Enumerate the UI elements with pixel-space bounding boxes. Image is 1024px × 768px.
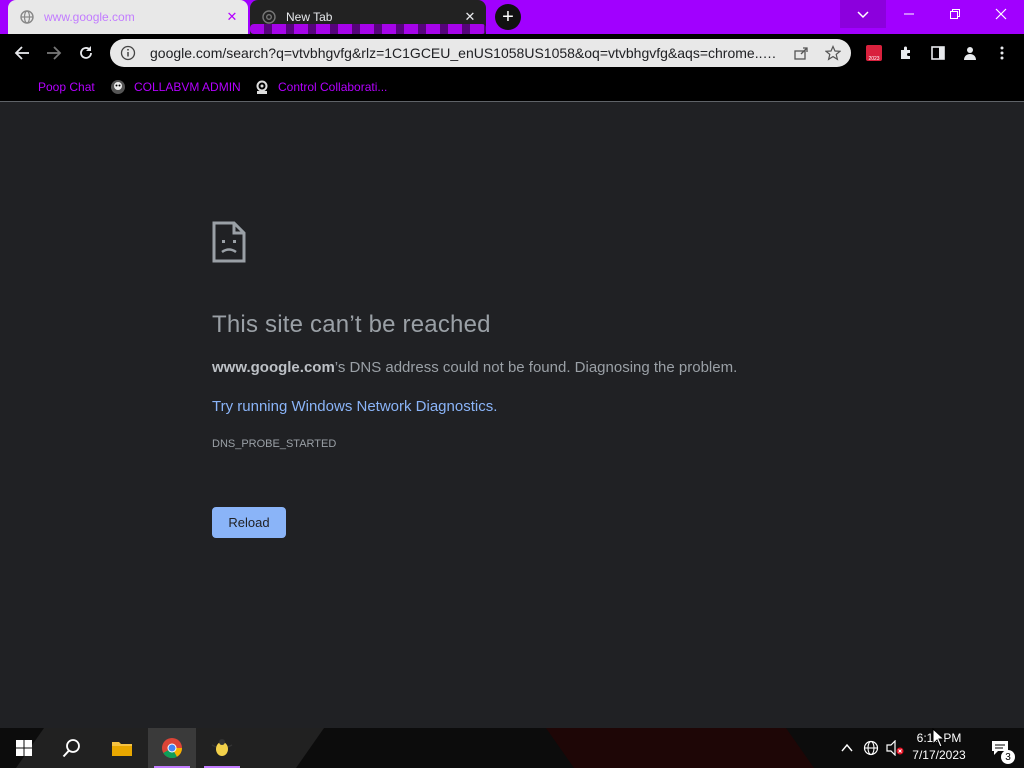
- svg-text:2023: 2023: [868, 56, 879, 62]
- refresh-icon: [80, 46, 92, 59]
- clock-date: 7/17/2023: [912, 748, 966, 762]
- network-tray[interactable]: [860, 728, 882, 768]
- title-bar: www.google.com ✕ New Tab ✕ +: [0, 0, 1024, 34]
- taskbar-app-bug[interactable]: [198, 728, 246, 768]
- action-center-button[interactable]: 3: [980, 728, 1020, 768]
- tab-google[interactable]: www.google.com ✕: [8, 0, 248, 34]
- taskbar-file-explorer[interactable]: [98, 728, 146, 768]
- chevron-down-icon: [857, 11, 869, 19]
- side-panel-icon[interactable]: [927, 42, 949, 64]
- forward-button[interactable]: [40, 39, 68, 67]
- error-description-text: ’s DNS address could not be found. Diagn…: [334, 359, 738, 376]
- extensions-icon[interactable]: [895, 42, 917, 64]
- bookmark-label: Poop Chat: [38, 80, 95, 94]
- sad-page-icon: [212, 221, 246, 263]
- speaker-muted-icon: [886, 740, 904, 756]
- bookmarks-bar: Poop Chat COLLABVM ADMIN Control Collabo…: [0, 72, 1024, 102]
- show-hidden-icons-button[interactable]: [838, 728, 856, 768]
- restore-icon: [950, 9, 960, 19]
- start-icon: [16, 740, 32, 756]
- volume-tray[interactable]: [884, 728, 906, 768]
- file-explorer-icon: [112, 742, 132, 756]
- minimize-icon: [904, 13, 914, 15]
- error-page: This site can’t be reached www.google.co…: [0, 103, 1024, 728]
- start-button[interactable]: [0, 728, 48, 768]
- address-bar[interactable]: google.com/search?q=vtvbhgvfg&rlz=1C1GCE…: [110, 39, 851, 67]
- bookmark-collabvm-admin[interactable]: COLLABVM ADMIN: [110, 77, 241, 97]
- bookmark-label: COLLABVM ADMIN: [134, 80, 241, 94]
- arrow-right-icon: [47, 46, 62, 60]
- globe-icon: [20, 10, 34, 24]
- error-domain: www.google.com: [212, 359, 335, 376]
- taskbar-search-button[interactable]: [48, 728, 96, 768]
- network-diagnostics-link[interactable]: Try running Windows Network Diagnostics.: [212, 398, 497, 415]
- share-icon[interactable]: [792, 44, 810, 62]
- wallpaper-decoration: [545, 728, 815, 768]
- mouse-cursor-icon: [932, 728, 946, 748]
- tab-close-icon[interactable]: ✕: [462, 9, 478, 25]
- close-icon: [995, 8, 1007, 20]
- back-button[interactable]: [8, 39, 36, 67]
- taskbar-chrome[interactable]: [148, 728, 196, 768]
- notification-count-badge: 3: [1001, 750, 1015, 764]
- avatar-icon: [110, 79, 126, 95]
- tab-title: New Tab: [286, 10, 333, 24]
- gear-icon: [254, 79, 270, 95]
- chrome-icon: [262, 10, 276, 24]
- bug-icon: [211, 739, 233, 756]
- error-title: This site can’t be reached: [212, 311, 491, 338]
- minimize-button[interactable]: [886, 0, 932, 28]
- chrome-icon: [162, 738, 183, 759]
- site-info-icon[interactable]: [120, 45, 136, 61]
- chevron-up-icon: [841, 743, 853, 752]
- browser-toolbar: google.com/search?q=vtvbhgvfg&rlz=1C1GCE…: [0, 34, 1024, 72]
- profile-icon[interactable]: [959, 42, 981, 64]
- new-tab-button[interactable]: +: [495, 4, 521, 30]
- taskbar: 6:13 PM 7/17/2023 3: [0, 728, 1024, 768]
- tab-close-icon[interactable]: ✕: [224, 9, 240, 25]
- bookmark-label: Control Collaborati...: [278, 80, 388, 94]
- menu-icon[interactable]: [991, 42, 1013, 64]
- error-code: DNS_PROBE_STARTED: [212, 438, 337, 450]
- reload-page-button[interactable]: Reload: [212, 507, 286, 538]
- error-description: www.google.com’s DNS address could not b…: [212, 359, 737, 376]
- tab-title: www.google.com: [44, 10, 135, 24]
- bookmark-control-collaboration[interactable]: Control Collaborati...: [254, 77, 387, 97]
- tab-glow-decoration: [250, 24, 486, 34]
- bookmark-poop-chat[interactable]: Poop Chat: [38, 77, 95, 97]
- tab-search-button[interactable]: [840, 0, 886, 28]
- reload-button[interactable]: [72, 39, 100, 67]
- restore-button[interactable]: [932, 0, 978, 28]
- url-text[interactable]: google.com/search?q=vtvbhgvfg&rlz=1C1GCE…: [150, 45, 780, 61]
- globe-icon: [863, 740, 879, 756]
- search-icon: [62, 739, 80, 758]
- close-window-button[interactable]: [978, 0, 1024, 28]
- arrow-left-icon: [14, 46, 29, 60]
- bookmark-star-icon[interactable]: [824, 44, 842, 62]
- extension-badge-icon[interactable]: 2023: [863, 42, 885, 64]
